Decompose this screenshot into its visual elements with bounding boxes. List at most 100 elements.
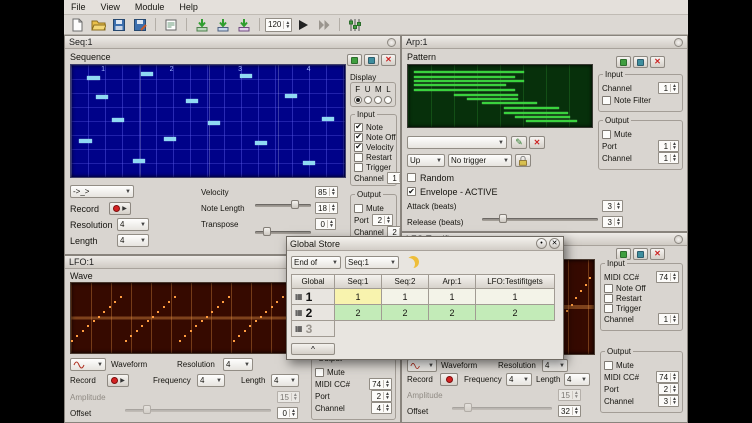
arp-pattern-display[interactable] bbox=[407, 64, 593, 128]
module-clone-button[interactable] bbox=[347, 54, 362, 66]
random-checkbox[interactable] bbox=[407, 173, 416, 182]
zoom-mode-u[interactable]: U bbox=[365, 85, 371, 94]
event-log-button[interactable] bbox=[161, 16, 181, 34]
note-filter-checkbox[interactable] bbox=[602, 96, 611, 105]
store-column-seq-2[interactable]: Seq:2 bbox=[381, 274, 429, 289]
envelope-checkbox[interactable] bbox=[407, 187, 416, 196]
release-spin[interactable]: 3▲▼ bbox=[602, 216, 623, 228]
store-cell[interactable]: 1 bbox=[475, 288, 555, 305]
mute-checkbox[interactable] bbox=[354, 204, 363, 213]
module-rename-button[interactable] bbox=[364, 54, 379, 66]
zoom-mode-m[interactable]: M bbox=[375, 85, 382, 94]
store-cell[interactable]: 2 bbox=[475, 304, 555, 321]
sequence-note[interactable] bbox=[303, 161, 315, 165]
save-as-button[interactable] bbox=[130, 16, 150, 34]
checkbox-restart[interactable]: Restart bbox=[354, 152, 393, 162]
edit-pattern-button[interactable]: ✎ bbox=[511, 136, 527, 149]
switch-timing-select[interactable]: End of▼ bbox=[291, 256, 341, 269]
sequence-note[interactable] bbox=[164, 137, 176, 141]
lfo2-record-button[interactable] bbox=[440, 373, 458, 386]
zoom-radio-l[interactable] bbox=[384, 96, 392, 104]
arp-titlebar[interactable]: Arp:1 bbox=[402, 36, 687, 49]
store-column-arp-1[interactable]: Arp:1 bbox=[428, 274, 476, 289]
output-port-spin[interactable]: 2▲▼ bbox=[658, 383, 679, 395]
spin-arrows-icon[interactable]: ▲▼ bbox=[283, 21, 291, 29]
store-location-2[interactable]: ▦2 bbox=[291, 304, 335, 321]
sequence-note[interactable] bbox=[141, 72, 153, 76]
input-channel-spin[interactable]: 1▲▼ bbox=[658, 82, 679, 94]
sequence-note[interactable] bbox=[87, 76, 99, 80]
zoom-radio-f[interactable] bbox=[354, 96, 362, 104]
length-select[interactable]: 4▼ bbox=[117, 234, 149, 247]
store-cell[interactable]: 2 bbox=[428, 304, 476, 321]
open-file-button[interactable] bbox=[88, 16, 108, 34]
dialog-titlebar[interactable]: Global Store • ✕ bbox=[287, 237, 563, 251]
store-column-seq-1[interactable]: Seq:1 bbox=[334, 274, 382, 289]
sequence-note[interactable] bbox=[240, 74, 252, 78]
midi-cc-spin[interactable]: 74▲▼ bbox=[656, 271, 679, 283]
sequence-note[interactable] bbox=[285, 94, 297, 98]
module-handle-icon[interactable] bbox=[674, 38, 683, 47]
output-channel-spin[interactable]: 1▲▼ bbox=[658, 152, 679, 164]
dialog-close-button[interactable]: ✕ bbox=[549, 238, 560, 249]
midi-cc-spin[interactable]: 74▲▼ bbox=[369, 378, 392, 390]
trigger-mode-select[interactable]: No trigger▼ bbox=[448, 154, 512, 167]
checkbox-icon[interactable] bbox=[604, 304, 613, 313]
store-column-lfo-testifitgets[interactable]: LFO:Testifitgets bbox=[475, 274, 555, 289]
checkbox-trigger[interactable]: Trigger bbox=[604, 303, 679, 313]
velocity-slider[interactable] bbox=[255, 199, 311, 210]
store-cell[interactable]: 1 bbox=[381, 288, 429, 305]
frequency-select[interactable]: 4▼ bbox=[197, 374, 225, 387]
menu-file[interactable]: File bbox=[71, 2, 86, 12]
mute-checkbox[interactable] bbox=[602, 130, 611, 139]
add-arp-button[interactable] bbox=[192, 16, 212, 34]
sequence-note[interactable] bbox=[112, 118, 124, 122]
velocity-spin[interactable]: 85▲▼ bbox=[315, 186, 338, 198]
dialog-detach-button[interactable]: • bbox=[536, 238, 547, 249]
zoom-mode-l[interactable]: L bbox=[386, 85, 390, 94]
zoom-radio-u[interactable] bbox=[364, 96, 372, 104]
frequency-select[interactable]: 4▼ bbox=[506, 373, 532, 386]
sequence-note[interactable] bbox=[255, 141, 267, 145]
sequence-note[interactable] bbox=[322, 117, 334, 121]
checkbox-icon[interactable] bbox=[354, 123, 363, 132]
module-delete-button[interactable]: ✕ bbox=[381, 54, 396, 66]
store-cell[interactable]: 1 bbox=[428, 288, 476, 305]
store-column-global[interactable]: Global bbox=[291, 274, 335, 289]
length-select[interactable]: 4▼ bbox=[564, 373, 590, 386]
checkbox-icon[interactable] bbox=[354, 143, 363, 152]
store-cell[interactable]: 2 bbox=[381, 304, 429, 321]
checkbox-note-off[interactable]: Note Off bbox=[354, 132, 393, 142]
offset-spin[interactable]: 0▲▼ bbox=[277, 407, 298, 419]
offset-spin[interactable]: 32▲▼ bbox=[558, 405, 581, 417]
output-channel-spin[interactable]: 4▲▼ bbox=[371, 402, 392, 414]
store-icon[interactable]: ▦ bbox=[295, 292, 303, 301]
menu-module[interactable]: Module bbox=[135, 2, 165, 12]
input-channel-spin[interactable]: 1▲▼ bbox=[658, 313, 679, 325]
module-delete-button[interactable]: ✕ bbox=[650, 248, 665, 260]
resolution-select[interactable]: 4▼ bbox=[542, 359, 568, 372]
module-clone-button[interactable] bbox=[616, 56, 631, 68]
menu-view[interactable]: View bbox=[101, 2, 120, 12]
seq-display[interactable]: 1234 bbox=[70, 64, 346, 178]
forward-button[interactable] bbox=[314, 16, 334, 34]
sequence-note[interactable] bbox=[79, 139, 91, 143]
module-delete-button[interactable]: ✕ bbox=[650, 56, 665, 68]
module-handle-icon[interactable] bbox=[674, 235, 683, 244]
attack-spin[interactable]: 3▲▼ bbox=[602, 200, 623, 212]
store-cell[interactable]: 1 bbox=[334, 288, 382, 305]
seq-record-button[interactable]: ▶ bbox=[109, 202, 131, 215]
checkbox-icon[interactable] bbox=[354, 163, 363, 172]
pattern-preset-select[interactable]: ▼ bbox=[407, 136, 507, 149]
tempo-spin[interactable]: 120 ▲▼ bbox=[265, 18, 292, 32]
midi-cc-spin[interactable]: 74▲▼ bbox=[656, 371, 679, 383]
checkbox-note[interactable]: Note bbox=[354, 122, 393, 132]
checkbox-trigger[interactable]: Trigger bbox=[354, 162, 393, 172]
loop-mode-select[interactable]: ->_>▼ bbox=[70, 185, 134, 198]
remove-pattern-button[interactable]: ✕ bbox=[529, 136, 545, 149]
seq-titlebar[interactable]: Seq:1 bbox=[65, 36, 400, 49]
store-icon[interactable]: ▦ bbox=[295, 308, 303, 317]
checkbox-icon[interactable] bbox=[354, 153, 363, 162]
waveform-select[interactable]: ▼ bbox=[407, 359, 437, 372]
output-port-spin[interactable]: 2▲▼ bbox=[371, 390, 392, 402]
